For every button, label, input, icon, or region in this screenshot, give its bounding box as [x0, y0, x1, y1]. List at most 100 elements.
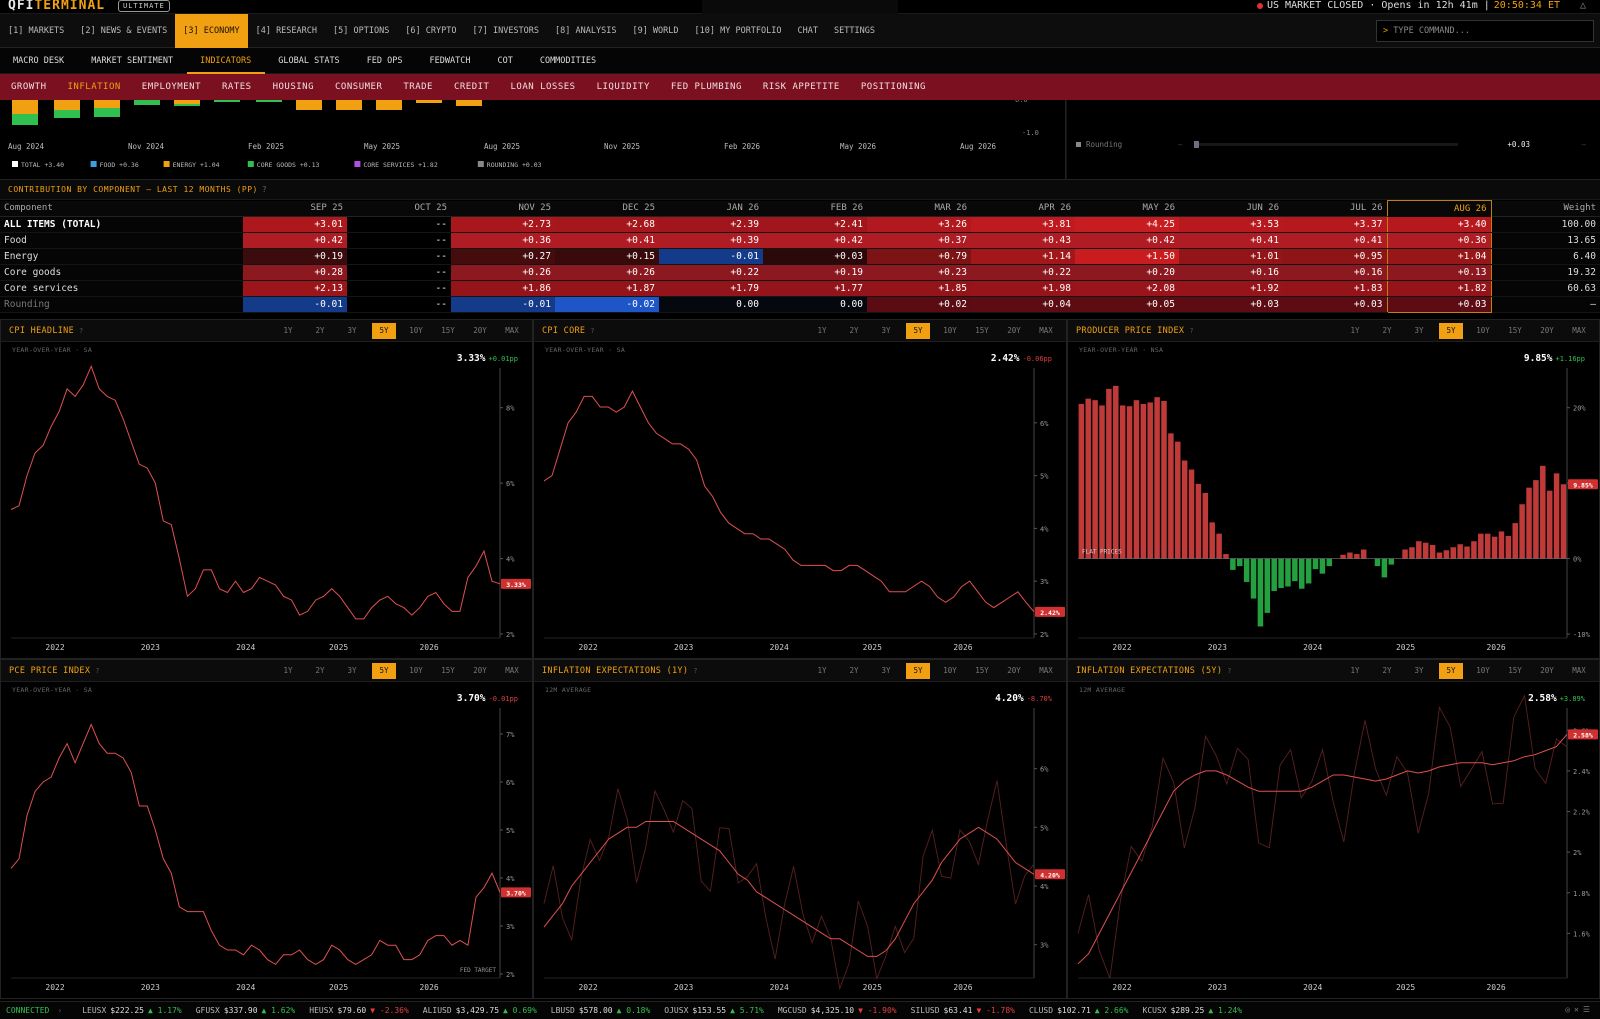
main-nav-item[interactable]: CHAT [790, 14, 826, 48]
main-nav-item[interactable]: [4] RESEARCH [248, 14, 325, 48]
range-button-2y[interactable]: 2Y [304, 323, 336, 339]
range-button-5y[interactable]: 5Y [1439, 323, 1463, 339]
range-button-5y[interactable]: 5Y [1439, 663, 1463, 679]
command-input[interactable]: > TYPE COMMAND... [1376, 20, 1594, 42]
category-tab[interactable]: CREDIT [443, 74, 500, 100]
range-button-max[interactable]: MAX [1030, 323, 1062, 339]
range-button-10y[interactable]: 10Y [400, 323, 432, 339]
main-nav-item[interactable]: [1] MARKETS [0, 14, 72, 48]
sub-nav-item[interactable]: MACRO DESK [0, 48, 78, 74]
range-button-1y[interactable]: 1Y [806, 663, 838, 679]
range-button-20y[interactable]: 20Y [464, 323, 496, 339]
range-button-20y[interactable]: 20Y [998, 663, 1030, 679]
range-button-5y[interactable]: 5Y [906, 323, 930, 339]
sub-nav-item[interactable]: COT [484, 48, 526, 74]
range-button-3y[interactable]: 3Y [870, 663, 902, 679]
range-button-max[interactable]: MAX [1030, 663, 1062, 679]
range-button-15y[interactable]: 15Y [966, 323, 998, 339]
range-button-5y[interactable]: 5Y [372, 323, 396, 339]
help-icon[interactable]: ? [262, 185, 267, 194]
range-button-1y[interactable]: 1Y [1339, 323, 1371, 339]
range-button-15y[interactable]: 15Y [432, 323, 464, 339]
range-button-3y[interactable]: 3Y [1403, 323, 1435, 339]
range-button-max[interactable]: MAX [496, 323, 528, 339]
range-button-5y[interactable]: 5Y [372, 663, 396, 679]
category-tab[interactable]: INFLATION [57, 74, 131, 100]
category-tab[interactable]: POSITIONING [850, 74, 936, 100]
ticker-item[interactable]: ALIUSD $3,429.75 ▲ 0.69% [423, 1006, 537, 1015]
bell-icon[interactable]: △ [1580, 0, 1586, 11]
main-nav-item[interactable]: [7] INVESTORS [465, 14, 548, 48]
main-nav-item[interactable]: [8] ANALYSIS [547, 14, 624, 48]
sub-nav-item[interactable]: INDICATORS [187, 48, 266, 74]
sub-nav-item[interactable]: GLOBAL STATS [265, 48, 353, 74]
range-button-15y[interactable]: 15Y [1499, 323, 1531, 339]
main-nav-item[interactable]: [5] OPTIONS [325, 14, 397, 48]
range-button-10y[interactable]: 10Y [934, 323, 966, 339]
range-button-2y[interactable]: 2Y [838, 663, 870, 679]
category-tab[interactable]: GROWTH [0, 74, 57, 100]
range-button-10y[interactable]: 10Y [934, 663, 966, 679]
category-tab[interactable]: CONSUMER [324, 74, 392, 100]
category-tab[interactable]: FED PLUMBING [660, 74, 752, 100]
range-button-15y[interactable]: 15Y [966, 663, 998, 679]
sub-nav-item[interactable]: COMMODITIES [527, 48, 610, 74]
category-tab[interactable]: LIQUIDITY [586, 74, 660, 100]
range-button-15y[interactable]: 15Y [1499, 663, 1531, 679]
category-tab[interactable]: RISK APPETITE [752, 74, 850, 100]
main-nav-item[interactable]: [3] ECONOMY [175, 13, 248, 48]
range-button-max[interactable]: MAX [496, 663, 528, 679]
range-button-5y[interactable]: 5Y [906, 663, 930, 679]
category-tab[interactable]: EMPLOYMENT [131, 74, 211, 100]
ticker-item[interactable]: OJUSX $153.55 ▲ 5.71% [664, 1006, 764, 1015]
range-button-max[interactable]: MAX [1563, 663, 1595, 679]
ticker-item[interactable]: GFUSX $337.90 ▲ 1.62% [196, 1006, 296, 1015]
sub-nav-item[interactable]: MARKET SENTIMENT [78, 48, 187, 74]
category-tab[interactable]: RATES [211, 74, 262, 100]
help-icon[interactable]: ? [1227, 667, 1232, 675]
range-button-20y[interactable]: 20Y [998, 323, 1030, 339]
range-button-max[interactable]: MAX [1563, 323, 1595, 339]
range-button-20y[interactable]: 20Y [1531, 323, 1563, 339]
ticker-item[interactable]: HEUSX $79.60 ▼ -2.36% [309, 1006, 409, 1015]
help-icon[interactable]: ? [590, 327, 595, 335]
range-button-10y[interactable]: 10Y [1467, 663, 1499, 679]
range-button-10y[interactable]: 10Y [400, 663, 432, 679]
range-button-2y[interactable]: 2Y [1371, 323, 1403, 339]
main-nav-item[interactable]: [2] NEWS & EVENTS [72, 14, 175, 48]
help-icon[interactable]: ? [79, 327, 84, 335]
ticker-item[interactable]: SILUSD $63.41 ▼ -1.78% [911, 1006, 1015, 1015]
ticker-item[interactable]: KCUSX $289.25 ▲ 1.24% [1143, 1006, 1243, 1015]
ticker-item[interactable]: LEUSX $222.25 ▲ 1.17% [82, 1006, 182, 1015]
ticker-item[interactable]: LBUSD $578.00 ▲ 0.18% [551, 1006, 651, 1015]
main-nav-item[interactable]: SETTINGS [826, 14, 883, 48]
range-button-1y[interactable]: 1Y [806, 323, 838, 339]
main-nav-item[interactable]: [6] CRYPTO [397, 14, 464, 48]
help-icon[interactable]: ? [95, 667, 100, 675]
sub-nav-item[interactable]: FED OPS [354, 48, 417, 74]
help-icon[interactable]: ? [693, 667, 698, 675]
range-button-3y[interactable]: 3Y [336, 663, 368, 679]
range-button-1y[interactable]: 1Y [1339, 663, 1371, 679]
range-button-1y[interactable]: 1Y [272, 663, 304, 679]
category-tab[interactable]: HOUSING [262, 74, 324, 100]
range-button-1y[interactable]: 1Y [272, 323, 304, 339]
sub-nav-item[interactable]: FEDWATCH [417, 48, 485, 74]
main-nav-item[interactable]: [10] MY PORTFOLIO [687, 14, 790, 48]
help-icon[interactable]: ? [1189, 327, 1194, 335]
range-button-20y[interactable]: 20Y [464, 663, 496, 679]
range-button-3y[interactable]: 3Y [336, 323, 368, 339]
range-button-2y[interactable]: 2Y [838, 323, 870, 339]
range-button-2y[interactable]: 2Y [304, 663, 336, 679]
range-button-2y[interactable]: 2Y [1371, 663, 1403, 679]
range-button-3y[interactable]: 3Y [1403, 663, 1435, 679]
category-tab[interactable]: LOAN LOSSES [499, 74, 585, 100]
ticker-item[interactable]: CLUSD $102.71 ▲ 2.66% [1029, 1006, 1129, 1015]
main-nav-item[interactable]: [9] WORLD [624, 14, 686, 48]
range-button-3y[interactable]: 3Y [870, 323, 902, 339]
range-button-15y[interactable]: 15Y [432, 663, 464, 679]
range-button-10y[interactable]: 10Y [1467, 323, 1499, 339]
ticker-item[interactable]: MGCUSD $4,325.10 ▼ -1.90% [778, 1006, 897, 1015]
status-icons[interactable]: ◎✕☰ [1565, 1005, 1594, 1014]
range-button-20y[interactable]: 20Y [1531, 663, 1563, 679]
